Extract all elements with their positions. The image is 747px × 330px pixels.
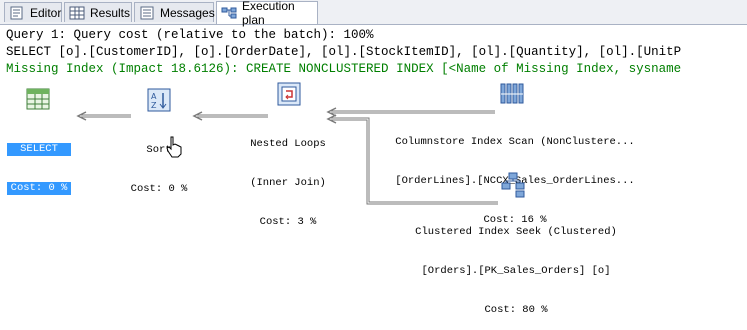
node-title: SELECT [7,143,71,156]
columnstore-scan-icon[interactable] [500,82,526,111]
index-seek-icon[interactable] [500,172,526,203]
plan-node-select[interactable]: SELECT Cost: 0 % [7,117,71,208]
select-icon[interactable] [26,88,50,115]
node-cost: Cost: 0 % [7,182,71,195]
node-cost: Cost: 80 % [484,304,548,316]
node-cost: Cost: 3 % [259,216,317,228]
plan-node-sort[interactable]: Sort Cost: 0 % [124,118,194,209]
nested-loops-icon[interactable] [277,82,301,111]
svg-text:A: A [151,92,157,101]
hand-cursor-icon [166,136,182,163]
node-title: Columnstore Index Scan (NonClustere... [395,136,635,148]
plan-node-index-seek[interactable]: Clustered Index Seek (Clustered) [Orders… [396,200,636,330]
node-title: Nested Loops [250,138,326,150]
svg-text:Z: Z [151,101,157,110]
sort-icon[interactable]: AZ [147,88,171,117]
node-title: Sort [146,144,172,156]
plan-node-nested-loops[interactable]: Nested Loops (Inner Join) Cost: 3 % [238,112,338,242]
node-object: [Orders].[PK_Sales_Orders] [o] [421,265,611,277]
node-cost: Cost: 0 % [130,183,188,195]
node-subtitle: (Inner Join) [250,177,326,189]
node-title: Clustered Index Seek (Clustered) [415,226,617,238]
